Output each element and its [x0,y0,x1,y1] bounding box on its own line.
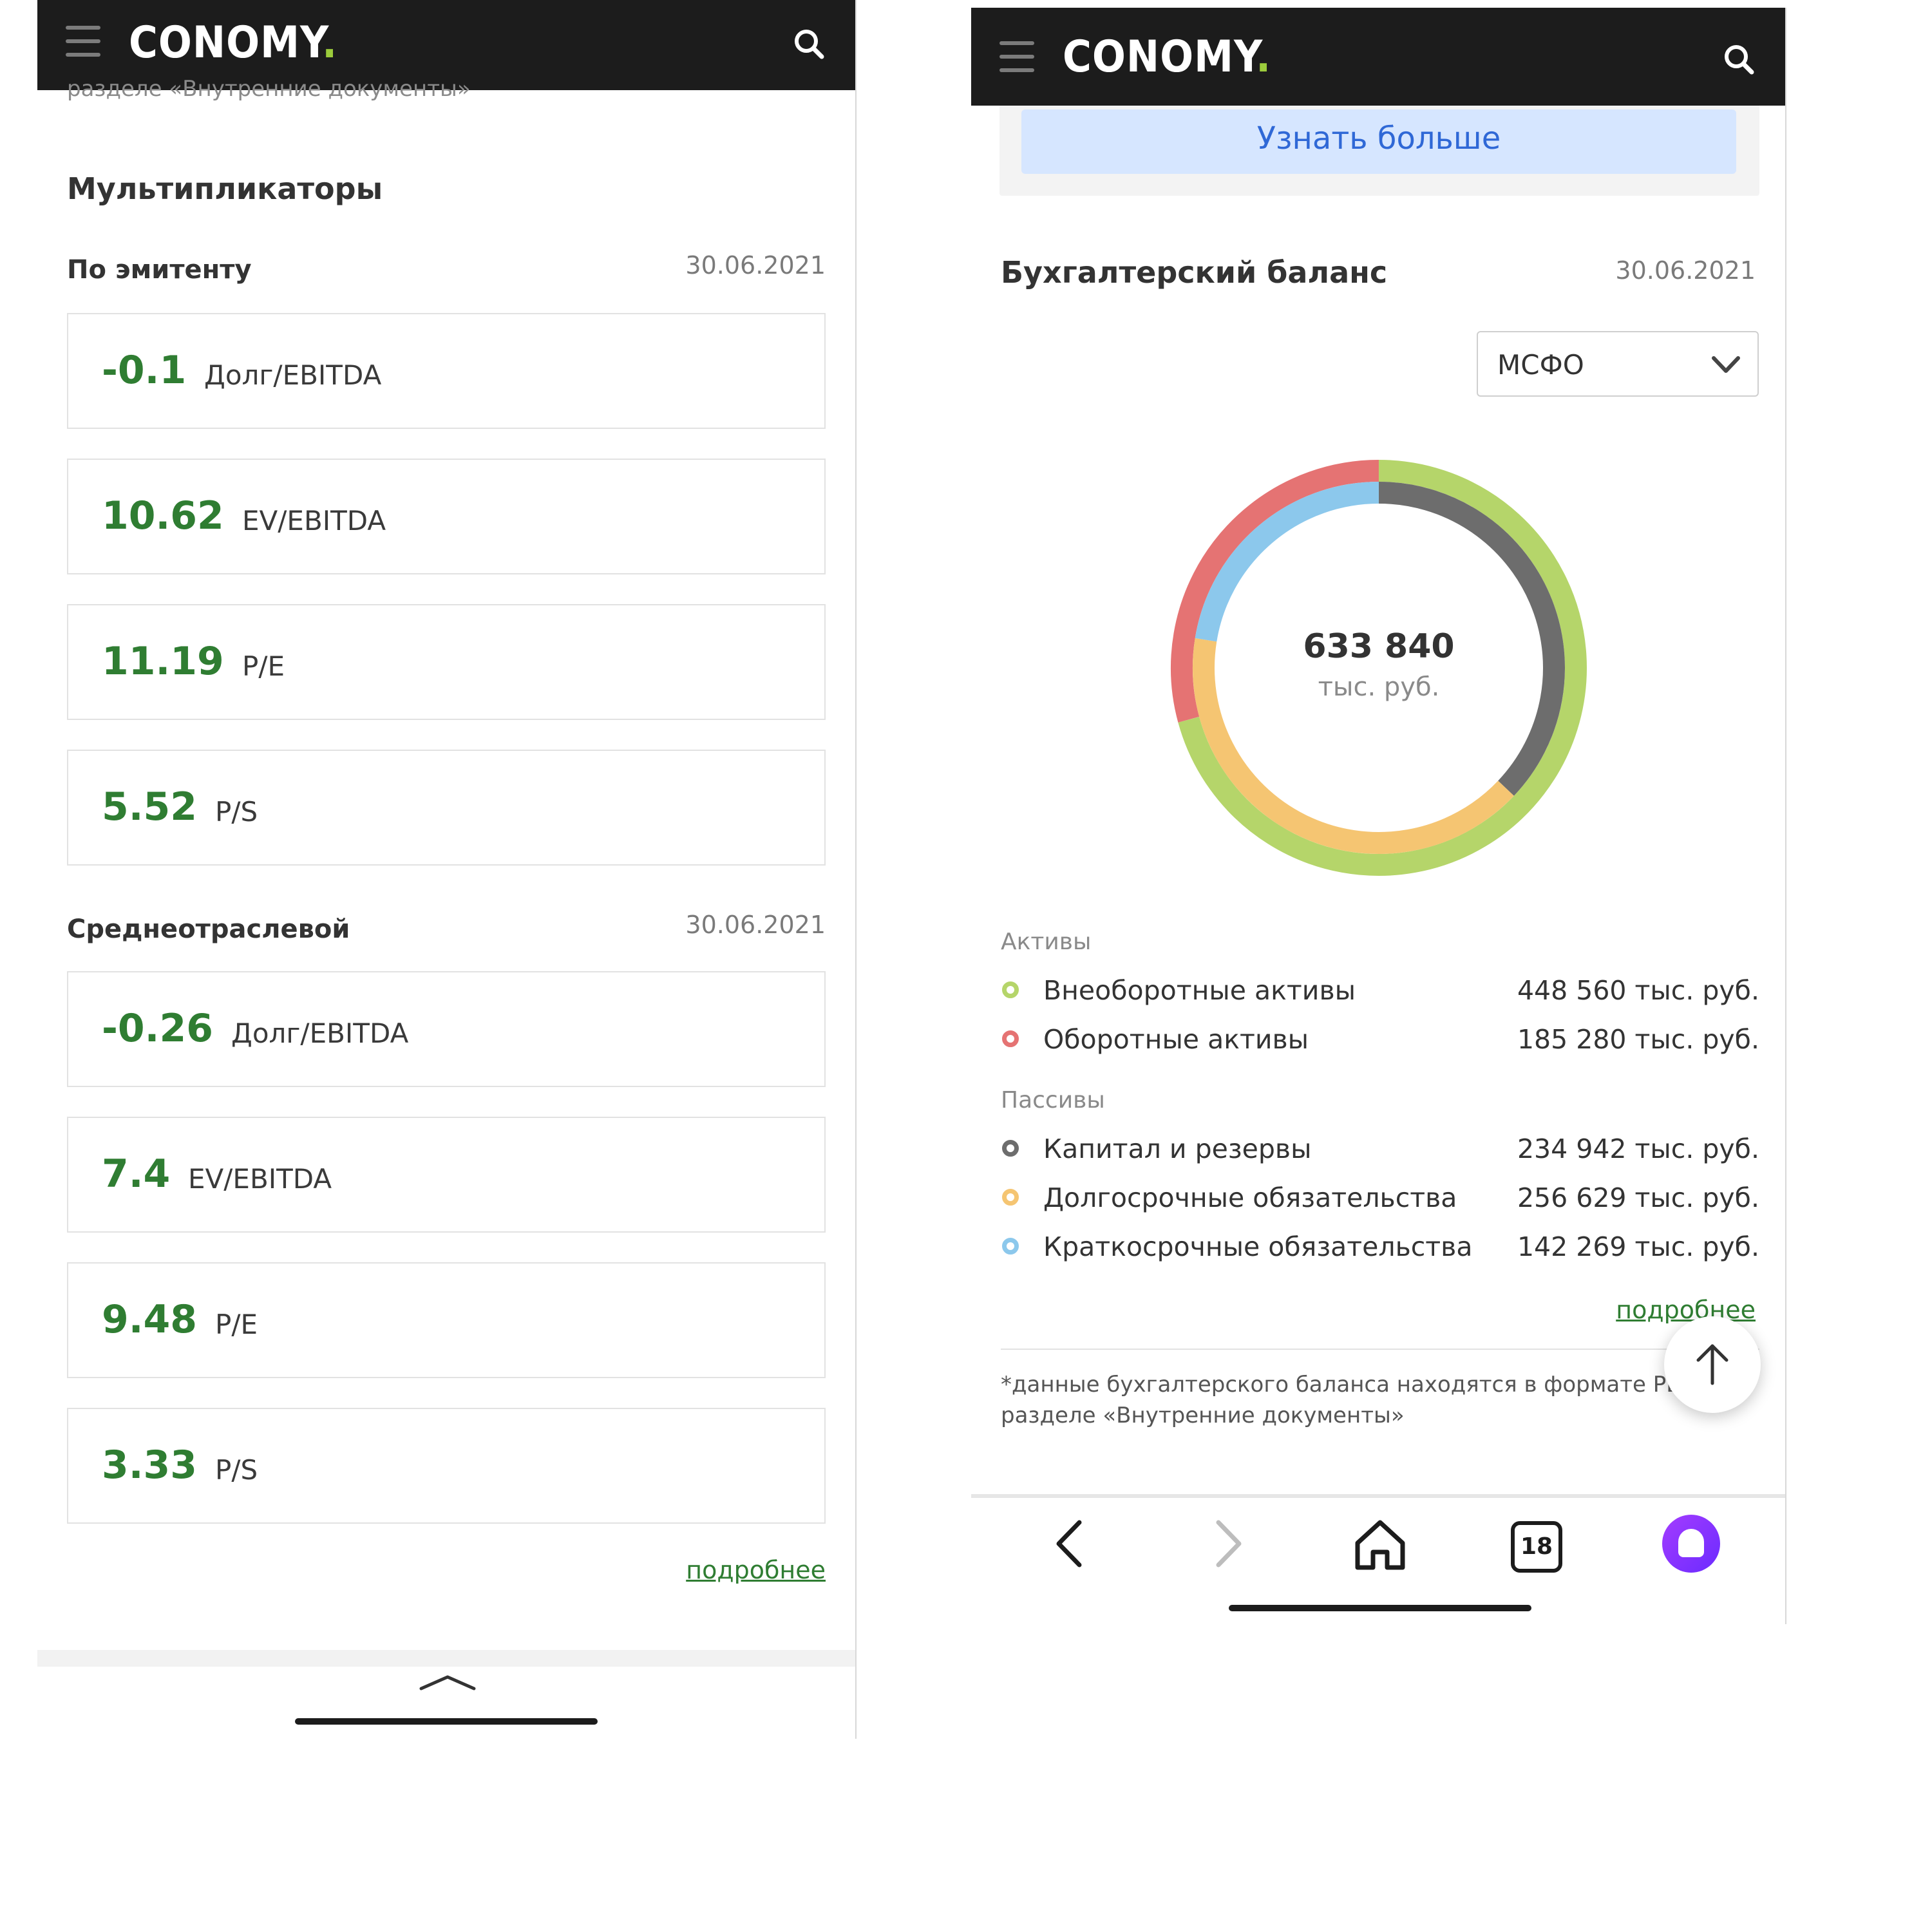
multiplier-value: -0.26 [102,1006,213,1051]
menu-icon[interactable] [999,39,1034,75]
total-value: 633 840 [1303,627,1455,666]
site-logo[interactable]: CONOMY. [129,14,337,72]
legend-marker [1002,1030,1019,1047]
logo-dot: . [1256,32,1272,82]
legend-amount: 234 942 тыс. руб. [1517,1133,1759,1164]
legend-row: Оборотные активы 185 280 тыс. руб. [1001,1023,1759,1061]
clipped-footnote: разделе «Внутренние документы» [67,76,471,102]
multiplier-value: 5.52 [102,784,198,829]
donut-slice [1195,482,1379,642]
learn-more-button[interactable]: Узнать больше [1021,109,1736,174]
home-indicator [1229,1605,1531,1611]
right-screen: CONOMY. Узнать больше Бухгалтерский бала… [971,8,1786,1624]
multiplier-label: EV/EBITDA [242,505,386,536]
multiplier-value: 3.33 [102,1443,198,1488]
multiplier-card: -0.1 Долг/EBITDA [67,313,826,429]
home-icon[interactable] [1351,1515,1409,1573]
multiplier-value: 9.48 [102,1297,198,1342]
issuer-title: По эмитенту [67,255,252,285]
multiplier-label: Долг/EBITDA [231,1018,409,1049]
multiplier-value: -0.1 [102,348,187,393]
multiplier-label: P/S [215,1454,258,1486]
legend-row: Внеоборотные активы 448 560 тыс. руб. [1001,974,1759,1012]
industry-date: 30.06.2021 [685,911,826,939]
section-title: Мультипликаторы [67,171,383,206]
industry-title: Среднеотраслевой [67,914,350,944]
scroll-to-top-button[interactable] [1664,1316,1761,1413]
left-screen: CONOMY. разделе «Внутренние документы» М… [37,0,857,1739]
multiplier-card: -0.26 Долг/EBITDA [67,971,826,1087]
multiplier-label: P/S [215,796,258,828]
multiplier-label: P/E [242,650,285,682]
arrow-up-icon [1696,1344,1728,1385]
logo-dot: . [322,17,338,68]
liabilities-group-label: Пассивы [1001,1087,1105,1113]
logo-text: CONOMY [1063,32,1256,82]
site-logo[interactable]: CONOMY. [1063,28,1271,86]
issuer-date: 30.06.2021 [685,251,826,279]
multiplier-value: 10.62 [102,493,224,538]
divider [1001,1349,1759,1350]
legend-marker [1002,1189,1019,1206]
multiplier-value: 11.19 [102,639,224,684]
forward-icon[interactable] [1198,1515,1256,1573]
legend-amount: 256 629 тыс. руб. [1517,1182,1759,1213]
more-link[interactable]: подробнее [1616,1296,1756,1324]
legend-marker [1002,1140,1019,1157]
multiplier-card: 3.33 P/S [67,1408,826,1524]
menu-icon[interactable] [66,23,100,59]
multiplier-card: 5.52 P/S [67,750,826,866]
legend-amount: 448 560 тыс. руб. [1517,975,1759,1006]
chevron-up-icon[interactable] [419,1673,477,1692]
legend-label: Краткосрочные обязательства [1043,1231,1473,1262]
legend-row: Краткосрочные обязательства 142 269 тыс. … [1001,1230,1759,1269]
legend-amount: 185 280 тыс. руб. [1517,1024,1759,1055]
tabs-button[interactable]: 18 [1511,1521,1562,1573]
search-icon[interactable] [1721,41,1757,77]
more-link[interactable]: подробнее [686,1556,826,1584]
legend-marker [1002,981,1019,998]
balance-title: Бухгалтерский баланс [1001,255,1388,290]
balance-donut-chart [1171,460,1587,876]
total-unit: тыс. руб. [1318,672,1440,702]
standard-select-value: МСФО [1497,349,1584,381]
chevron-down-icon [1712,356,1740,373]
assets-group-label: Активы [1001,929,1092,955]
logo-text: CONOMY [129,17,323,68]
back-icon[interactable] [1042,1515,1100,1573]
legend-row: Капитал и резервы 234 942 тыс. руб. [1001,1132,1759,1171]
legend-label: Долгосрочные обязательства [1043,1182,1457,1213]
legend-label: Оборотные активы [1043,1024,1309,1055]
legend-marker [1002,1238,1019,1255]
legend-amount: 142 269 тыс. руб. [1517,1231,1759,1262]
legend-label: Внеоборотные активы [1043,975,1356,1006]
search-icon[interactable] [791,26,827,62]
bottom-strip [37,1650,855,1667]
multiplier-card: 9.48 P/E [67,1262,826,1378]
legend-label: Капитал и резервы [1043,1133,1312,1164]
balance-date: 30.06.2021 [1615,256,1756,285]
home-indicator [295,1718,598,1725]
footnote: *данные бухгалтерского баланса находятся… [1001,1372,1716,1428]
voice-assistant-icon[interactable] [1662,1515,1720,1573]
multiplier-value: 7.4 [102,1151,171,1197]
standard-select[interactable]: МСФО [1477,331,1759,397]
multiplier-card: 10.62 EV/EBITDA [67,459,826,574]
multiplier-label: EV/EBITDA [188,1163,332,1195]
multiplier-label: Долг/EBITDA [204,359,382,391]
multiplier-label: P/E [215,1309,258,1340]
multiplier-card: 7.4 EV/EBITDA [67,1117,826,1233]
top-bar: CONOMY. [971,8,1785,106]
multiplier-card: 11.19 P/E [67,604,826,720]
legend-row: Долгосрочные обязательства 256 629 тыс. р… [1001,1181,1759,1220]
